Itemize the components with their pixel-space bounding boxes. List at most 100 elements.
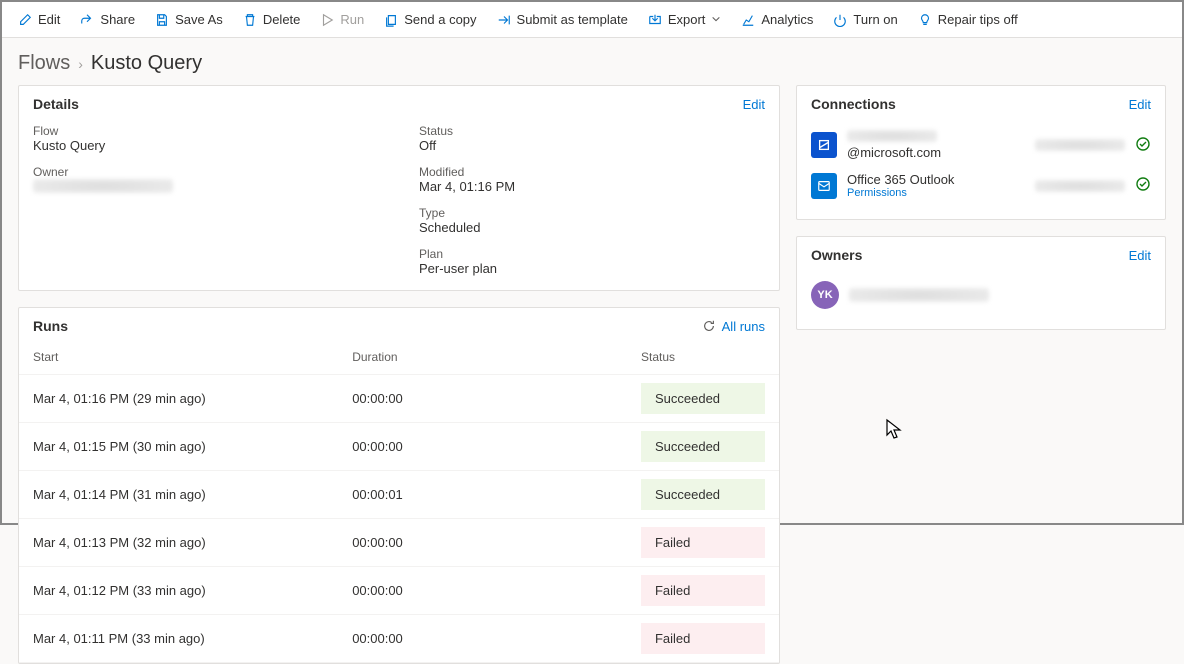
owners-edit-link[interactable]: Edit: [1129, 248, 1151, 263]
avatar: YK: [811, 281, 839, 309]
connections-title: Connections: [811, 96, 896, 112]
connection-icon: [811, 132, 837, 158]
run-status: Succeeded: [641, 479, 765, 510]
toolbar-copy-button[interactable]: Send a copy: [376, 8, 484, 31]
run-duration: 00:00:00: [338, 375, 627, 423]
toolbar-run-label: Run: [340, 12, 364, 27]
run-duration: 00:00:00: [338, 615, 627, 663]
runs-col-duration[interactable]: Duration: [338, 340, 627, 375]
connection-row[interactable]: @microsoft.com: [811, 124, 1151, 166]
toolbar-share-button[interactable]: Share: [72, 8, 143, 31]
modified-label: Modified: [419, 165, 765, 179]
flow-value: Kusto Query: [33, 138, 379, 153]
table-row[interactable]: Mar 4, 01:16 PM (29 min ago)00:00:00 Succ…: [19, 375, 779, 423]
runs-col-start[interactable]: Start: [19, 340, 338, 375]
run-duration: 00:00:00: [338, 423, 627, 471]
run-start: Mar 4, 01:11 PM (33 min ago): [19, 615, 338, 663]
runs-card: Runs All runs StartDurationStatus Mar 4,…: [18, 307, 780, 664]
table-row[interactable]: Mar 4, 01:11 PM (33 min ago)00:00:00 Fail…: [19, 615, 779, 663]
runs-title: Runs: [33, 318, 68, 334]
toolbar-saveas-label: Save As: [175, 12, 223, 27]
connection-permissions-link[interactable]: Permissions: [847, 187, 1025, 199]
modified-value: Mar 4, 01:16 PM: [419, 179, 765, 194]
connection-row[interactable]: Office 365 OutlookPermissions: [811, 166, 1151, 205]
delete-icon: [243, 13, 257, 27]
connection-account-redacted: [1035, 180, 1125, 192]
connections-card: Connections Edit @microsoft.com Office 36…: [796, 85, 1166, 220]
type-label: Type: [419, 206, 765, 220]
submit-icon: [497, 13, 511, 27]
saveas-icon: [155, 13, 169, 27]
run-start: Mar 4, 01:15 PM (30 min ago): [19, 423, 338, 471]
owner-value-redacted: [33, 179, 173, 193]
run-status: Succeeded: [641, 383, 765, 414]
toolbar-repair-button[interactable]: Repair tips off: [910, 8, 1026, 31]
run-duration: 00:00:00: [338, 519, 627, 567]
toolbar-submit-button[interactable]: Submit as template: [489, 8, 636, 31]
check-circle-icon: [1135, 176, 1151, 195]
refresh-icon: [702, 319, 716, 333]
owner-name-redacted: [849, 288, 989, 302]
run-status: Succeeded: [641, 431, 765, 462]
chevron-down-icon: [711, 12, 721, 27]
connections-edit-link[interactable]: Edit: [1129, 97, 1151, 112]
connection-icon: [811, 173, 837, 199]
toolbar-export-label: Export: [668, 12, 706, 27]
table-row[interactable]: Mar 4, 01:12 PM (33 min ago)00:00:00Fail…: [19, 567, 779, 615]
table-row[interactable]: Mar 4, 01:15 PM (30 min ago)00:00:00 Succ…: [19, 423, 779, 471]
type-value: Scheduled: [419, 220, 765, 235]
run-start: Mar 4, 01:13 PM (32 min ago): [19, 519, 338, 567]
toolbar-saveas-button[interactable]: Save As: [147, 8, 231, 31]
run-icon: [320, 13, 334, 27]
edit-icon: [18, 13, 32, 27]
toolbar-analytics-label: Analytics: [761, 12, 813, 27]
export-icon: [648, 13, 662, 27]
toolbar-delete-label: Delete: [263, 12, 301, 27]
connection-name: Office 365 Outlook: [847, 172, 1025, 187]
owner-row: YK: [811, 275, 1151, 315]
check-circle-icon: [1135, 136, 1151, 155]
run-duration: 00:00:00: [338, 567, 627, 615]
breadcrumb-current: Kusto Query: [91, 52, 202, 75]
toolbar-delete-button[interactable]: Delete: [235, 8, 309, 31]
toolbar-export-button[interactable]: Export: [640, 8, 730, 31]
turnon-icon: [833, 13, 847, 27]
owners-title: Owners: [811, 247, 862, 263]
toolbar-repair-label: Repair tips off: [938, 12, 1018, 27]
run-status: Failed: [641, 575, 765, 606]
toolbar-run-button: Run: [312, 8, 372, 31]
flow-label: Flow: [33, 124, 379, 138]
toolbar-edit-label: Edit: [38, 12, 60, 27]
all-runs-label: All runs: [722, 319, 765, 334]
details-edit-link[interactable]: Edit: [743, 97, 765, 112]
run-start: Mar 4, 01:16 PM (29 min ago): [19, 375, 338, 423]
details-title: Details: [33, 96, 79, 112]
run-status: Failed: [641, 623, 765, 654]
toolbar-edit-button[interactable]: Edit: [10, 8, 68, 31]
runs-col-status[interactable]: Status: [627, 340, 779, 375]
run-start: Mar 4, 01:14 PM (31 min ago): [19, 471, 338, 519]
breadcrumb: Flows › Kusto Query: [2, 38, 1182, 85]
connection-name-redacted: [847, 130, 937, 142]
details-card: Details Edit Flow Kusto Query Owner: [18, 85, 780, 291]
toolbar-share-label: Share: [100, 12, 135, 27]
connection-account-redacted: [1035, 139, 1125, 151]
runs-table: StartDurationStatus Mar 4, 01:16 PM (29 …: [19, 340, 779, 663]
connection-name: @microsoft.com: [847, 130, 1025, 160]
plan-label: Plan: [419, 247, 765, 261]
table-row[interactable]: Mar 4, 01:13 PM (32 min ago)00:00:00 Fail…: [19, 519, 779, 567]
run-status: Failed: [641, 527, 765, 558]
toolbar-analytics-button[interactable]: Analytics: [733, 8, 821, 31]
status-value: Off: [419, 138, 765, 153]
plan-value: Per-user plan: [419, 261, 765, 276]
analytics-icon: [741, 13, 755, 27]
status-label: Status: [419, 124, 765, 138]
toolbar-turnon-button[interactable]: Turn on: [825, 8, 905, 31]
all-runs-link[interactable]: All runs: [702, 319, 765, 334]
share-icon: [80, 13, 94, 27]
breadcrumb-root[interactable]: Flows: [18, 52, 70, 75]
toolbar-copy-label: Send a copy: [404, 12, 476, 27]
repair-icon: [918, 13, 932, 27]
table-row[interactable]: Mar 4, 01:14 PM (31 min ago)00:00:01Succ…: [19, 471, 779, 519]
toolbar-turnon-label: Turn on: [853, 12, 897, 27]
